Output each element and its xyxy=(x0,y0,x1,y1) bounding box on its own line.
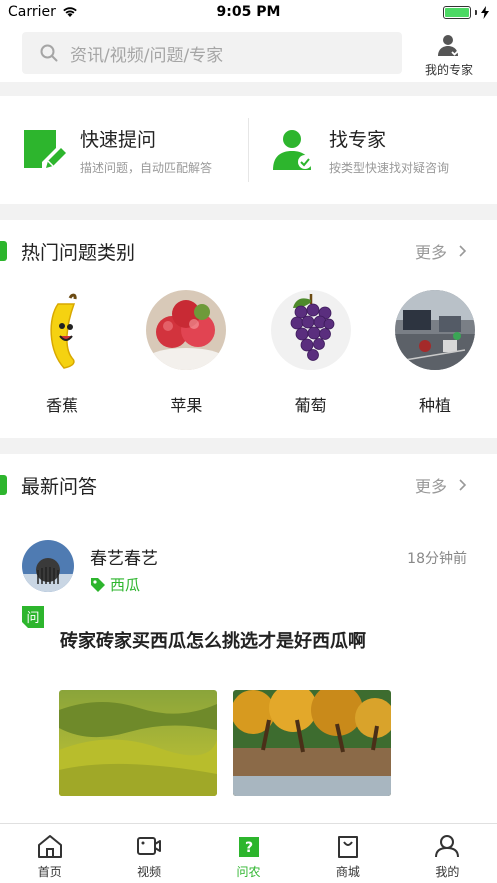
hot-categories-section: 热门问题类别 更多 香蕉 苹果 葡萄 种植 xyxy=(0,220,497,438)
expert-user-icon xyxy=(273,130,312,170)
question-badge-icon: 问 xyxy=(22,606,44,628)
category-grape[interactable]: 葡萄 xyxy=(270,290,351,416)
section-title: 最新问答 xyxy=(21,475,98,498)
more-link[interactable]: 更多 xyxy=(415,239,467,263)
section-title: 热门问题类别 xyxy=(21,241,136,264)
find-expert-subtitle: 按类型快速找对疑咨询 xyxy=(329,160,450,175)
more-link[interactable]: 更多 xyxy=(415,473,467,497)
category-banana[interactable]: 香蕉 xyxy=(22,290,102,416)
tab-profile[interactable]: 我的 xyxy=(398,824,497,883)
tag-label: 西瓜 xyxy=(110,576,141,594)
quick-ask-button[interactable]: 快速提问 描述问题，自动匹配解答 xyxy=(0,96,248,204)
banana-icon xyxy=(22,290,102,370)
edit-square-icon xyxy=(24,130,66,168)
post-photo-autumn[interactable] xyxy=(233,690,391,796)
battery-icon xyxy=(443,5,471,19)
tab-video[interactable]: 视频 xyxy=(99,824,198,883)
more-label: 更多 xyxy=(414,477,447,496)
find-expert-button[interactable]: 找专家 按类型快速找对疑咨询 xyxy=(248,118,497,182)
search-icon xyxy=(40,44,58,62)
tab-ask-farm[interactable]: ? 问农 xyxy=(199,824,298,883)
my-expert-label: 我的专家 xyxy=(424,63,473,77)
search-input[interactable]: 资讯/视频/问题/专家 xyxy=(22,32,402,74)
header: 资讯/视频/问题/专家 我的专家 xyxy=(0,24,497,82)
post-photo-grassland[interactable] xyxy=(59,690,217,796)
tab-label: 首页 xyxy=(37,865,62,879)
section-accent-bar xyxy=(0,241,7,261)
status-bar: Carrier 9:05 PM xyxy=(0,0,497,24)
grape-icon xyxy=(270,290,351,370)
post-tag[interactable]: 西瓜 xyxy=(90,574,140,595)
quick-ask-title: 快速提问 xyxy=(80,128,157,151)
tab-label: 视频 xyxy=(137,865,162,879)
expert-user-icon xyxy=(438,35,461,56)
tag-icon xyxy=(91,577,105,592)
category-planting[interactable]: 种植 xyxy=(394,290,475,416)
badge-text: 问 xyxy=(26,611,39,626)
category-apple[interactable]: 苹果 xyxy=(146,290,227,416)
qa-post-header[interactable]: 春艺春艺 西瓜 18分钟前 xyxy=(0,516,497,596)
question-title[interactable]: 砖家砖家买西瓜怎么挑选才是好西瓜啊 xyxy=(60,627,366,653)
category-label: 苹果 xyxy=(170,396,203,415)
quick-actions: 快速提问 描述问题，自动匹配解答 找专家 按类型快速找对疑咨询 xyxy=(0,96,497,204)
post-time: 18分钟前 xyxy=(407,551,467,567)
chevron-right-icon xyxy=(459,245,467,257)
category-label: 香蕉 xyxy=(45,396,78,415)
tab-shop[interactable]: 商城 xyxy=(298,824,397,883)
status-time: 9:05 PM xyxy=(216,4,281,20)
tab-bar: 首页 视频 ? 问农 商城 我的 xyxy=(0,823,497,883)
video-icon xyxy=(137,837,162,855)
my-expert-button[interactable]: 我的专家 xyxy=(418,28,480,78)
section-accent-bar xyxy=(0,475,7,495)
chevron-right-icon xyxy=(459,479,467,491)
more-label: 更多 xyxy=(414,243,447,262)
user-icon xyxy=(435,835,460,858)
username: 春艺春艺 xyxy=(90,549,158,569)
category-label: 种植 xyxy=(418,396,451,415)
planting-icon xyxy=(394,290,475,370)
svg-text:?: ? xyxy=(244,840,252,856)
tab-home[interactable]: 首页 xyxy=(0,824,99,883)
question-icon: ? xyxy=(238,837,259,857)
tab-label: 我的 xyxy=(435,865,460,879)
apple-icon xyxy=(146,290,227,370)
tab-label: 商城 xyxy=(335,865,360,879)
avatar[interactable] xyxy=(22,540,74,592)
tab-label: 问农 xyxy=(236,865,261,879)
quick-ask-subtitle: 描述问题，自动匹配解答 xyxy=(80,160,213,175)
find-expert-title: 找专家 xyxy=(329,128,387,151)
home-icon xyxy=(37,835,62,858)
category-label: 葡萄 xyxy=(294,396,327,415)
search-placeholder: 资讯/视频/问题/专家 xyxy=(70,45,224,66)
shop-bag-icon xyxy=(337,836,358,858)
